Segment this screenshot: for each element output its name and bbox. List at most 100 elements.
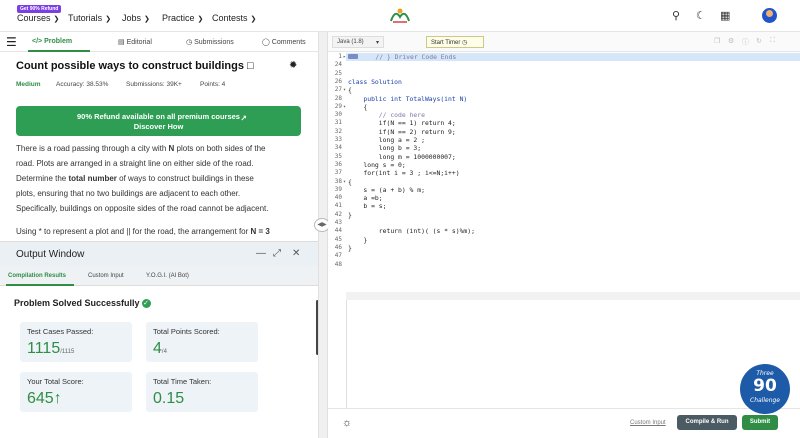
search-icon[interactable]: ⚲ — [672, 9, 680, 22]
line-number: 37 — [334, 169, 342, 177]
active-tab-indicator — [6, 284, 74, 286]
theme-toggle-icon[interactable]: ☼ — [342, 417, 352, 429]
nav-jobs[interactable]: Jobs ❯ — [122, 13, 150, 23]
collapsed-fold-marker[interactable] — [348, 54, 358, 59]
fold-toggle-icon[interactable]: ▾ — [343, 87, 346, 93]
code-line[interactable]: if(N == 1) return 4; — [348, 119, 793, 127]
menu-icon[interactable]: ☰ — [6, 36, 17, 48]
output-tabs: Compilation Results Custom Input Y.O.G.I… — [0, 266, 318, 286]
tab-compilation-results[interactable]: Compilation Results — [8, 273, 66, 279]
fold-toggle-icon[interactable]: ▾ — [343, 179, 346, 185]
three-90-challenge-badge[interactable]: Three 90 Challenge — [740, 364, 790, 414]
output-window-title: Output Window — [16, 249, 85, 260]
code-line[interactable]: { — [348, 178, 793, 186]
tab-editorial[interactable]: ▤ Editorial — [118, 38, 152, 46]
code-line[interactable]: { — [348, 86, 793, 94]
code-line[interactable]: { — [348, 103, 793, 111]
stat-label: Your Total Score: — [27, 377, 84, 386]
tab-comments[interactable]: ◯ Comments — [262, 38, 306, 46]
tab-submissions[interactable]: ◷ Submissions — [186, 38, 234, 46]
line-number: 42 — [334, 210, 342, 218]
refund-promo-badge[interactable]: Get 90% Refund — [17, 5, 62, 13]
bookmark-icon[interactable]: □ — [247, 60, 254, 72]
tab-yogi-ai-bot[interactable]: Y.O.G.I. (AI Bot) — [146, 273, 189, 279]
check-circle-icon: ✓ — [141, 299, 151, 309]
info-icon[interactable]: ⓘ — [742, 37, 749, 47]
fullscreen-icon[interactable]: ⛶ — [770, 37, 775, 45]
settings-icon[interactable]: ⚙ — [728, 37, 734, 45]
compile-run-button[interactable]: Compile & Run — [677, 415, 737, 430]
custom-input-link[interactable]: Custom Input — [630, 420, 666, 426]
line-number: 33 — [334, 136, 342, 143]
page-title: Count possible ways to construct buildin… — [16, 60, 254, 72]
line-number: 34 — [334, 144, 342, 152]
code-line[interactable]: class Solution — [348, 78, 793, 86]
tab-custom-input[interactable]: Custom Input — [88, 273, 124, 279]
refund-banner-line2: Discover How — [133, 122, 184, 131]
reset-icon[interactable]: ↻ — [756, 37, 762, 45]
dark-mode-icon[interactable]: ☾ — [696, 9, 706, 22]
line-number: 26 — [334, 77, 342, 85]
code-line[interactable]: // code here — [348, 111, 793, 119]
code-line[interactable]: return (int)( (s * s)%m); — [348, 227, 793, 235]
line-number: 36 — [334, 160, 342, 168]
code-line[interactable]: for(int i = 3 ; i<=N;i++) — [348, 169, 793, 177]
nav-practice[interactable]: Practice ❯ — [162, 13, 203, 23]
expand-icon[interactable]: ⤢ — [273, 248, 281, 259]
code-line[interactable]: long b = 3; — [348, 144, 793, 152]
description-line: Determine the total number of ways to co… — [16, 174, 254, 183]
chevron-down-icon: ❯ — [105, 16, 112, 23]
stat-card-time: Total Time Taken: 0.15 — [146, 372, 258, 412]
line-number: 40 — [334, 194, 342, 202]
code-line[interactable]: // } Driver Code Ends — [360, 53, 800, 61]
stat-value: 0.15 — [153, 390, 185, 407]
top-navbar: Get 90% Refund Courses ❯ Tutorials ❯ Jobs ❯… — [0, 0, 800, 32]
line-number: 38 — [334, 177, 342, 185]
arrow-up-icon: ↑ — [53, 390, 62, 407]
code-line[interactable]: } — [348, 211, 793, 219]
submit-button[interactable]: Submit — [742, 415, 778, 430]
copy-icon[interactable]: ❐ — [714, 37, 720, 45]
badge-line2: 90 — [753, 376, 777, 396]
description-line: Specifically, buildings on opposite side… — [16, 204, 269, 213]
code-line[interactable]: long s = 0; — [348, 161, 793, 169]
nav-contests[interactable]: Contests ❯ — [212, 13, 256, 23]
avatar[interactable] — [762, 8, 777, 23]
site-logo-icon[interactable] — [389, 7, 411, 25]
line-number: 24 — [334, 61, 342, 69]
refund-banner[interactable]: 90% Refund available on all premium cour… — [16, 106, 301, 136]
translate-icon[interactable]: ▦ — [720, 9, 730, 22]
code-line[interactable]: long m = 1000000007; — [348, 153, 793, 161]
code-line[interactable]: s = (a + b) % m; — [348, 186, 793, 194]
description-line: There is a road passing through a city w… — [16, 144, 266, 153]
line-number: 43 — [334, 219, 342, 226]
description-line: plots, ensuring that no two buildings ar… — [16, 189, 241, 198]
language-select[interactable]: Java (1.8) ▾ — [332, 36, 384, 48]
editor-footer: ☼ Custom Input Compile & Run Submit — [328, 408, 800, 438]
stat-value: 1115/1115 — [27, 340, 75, 357]
nav-courses[interactable]: Courses ❯ — [17, 13, 59, 23]
code-line[interactable]: long a = 2 ; — [348, 136, 793, 144]
badge-line3: Challenge — [750, 397, 780, 404]
fold-toggle-icon[interactable]: ▾ — [343, 104, 346, 110]
bug-report-icon[interactable]: ✹ — [289, 60, 297, 71]
fold-toggle-icon[interactable]: ▸ — [343, 54, 346, 60]
code-line[interactable]: a =b; — [348, 194, 793, 202]
code-line[interactable]: } — [348, 244, 793, 252]
code-line[interactable]: } — [348, 236, 793, 244]
stat-card-points: Total Points Scored: 4/4 — [146, 322, 258, 362]
start-timer-button[interactable]: Start Timer ◷ — [426, 36, 484, 48]
line-number: 45 — [334, 235, 342, 243]
code-line[interactable]: b = s; — [348, 202, 793, 210]
code-line[interactable]: public int TotalWays(int N) — [348, 95, 793, 103]
tab-problem[interactable]: </> Problem — [32, 38, 72, 45]
line-number: 35 — [334, 152, 342, 160]
submissions-stat: Submissions: 39K+ — [126, 81, 182, 88]
active-tab-indicator — [28, 50, 90, 52]
panel-divider[interactable] — [318, 32, 328, 438]
nav-tutorials[interactable]: Tutorials ❯ — [68, 13, 111, 23]
minimize-icon[interactable]: — — [256, 248, 266, 259]
close-icon[interactable]: ✕ — [292, 248, 300, 259]
code-line[interactable]: if(N == 2) return 9; — [348, 128, 793, 136]
output-window-header: Output Window — ⤢ ✕ — [0, 242, 318, 266]
